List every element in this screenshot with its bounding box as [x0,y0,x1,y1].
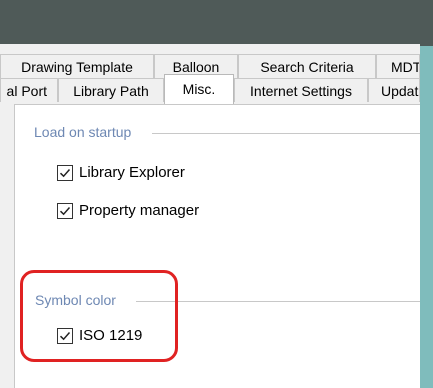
window-titlebar [0,0,433,46]
library-explorer-label: Library Explorer [79,164,185,181]
checkmark-icon [59,331,71,340]
tab-mdto[interactable]: MDTo [376,54,420,78]
tab-drawing-template[interactable]: Drawing Template [0,54,154,78]
misc-tab-panel [14,104,420,388]
symbol-color-group-label: Symbol color [35,292,116,308]
checkmark-icon [59,168,71,177]
property-manager-checkbox[interactable] [57,202,73,219]
tab-search-criteria[interactable]: Search Criteria [238,54,376,78]
load-on-startup-divider [152,133,420,134]
symbol-color-divider [136,301,420,302]
tab-library-path[interactable]: Library Path [58,78,164,102]
iso-1219-checkbox[interactable] [57,327,73,344]
tab-internet-settings[interactable]: Internet Settings [234,78,368,102]
load-on-startup-group-label: Load on startup [34,124,132,140]
library-explorer-checkbox[interactable] [57,164,73,181]
library-explorer-option[interactable]: Library Explorer [57,164,185,181]
property-manager-label: Property manager [79,202,200,219]
tab-update[interactable]: Update [368,78,420,102]
iso-1219-option[interactable]: ISO 1219 [57,327,142,344]
iso-1219-label: ISO 1219 [79,327,143,344]
tab-serial-port[interactable]: al Port [0,78,58,102]
tab-misc[interactable]: Misc. [164,74,234,104]
property-manager-option[interactable]: Property manager [57,202,199,219]
checkmark-icon [59,206,71,215]
